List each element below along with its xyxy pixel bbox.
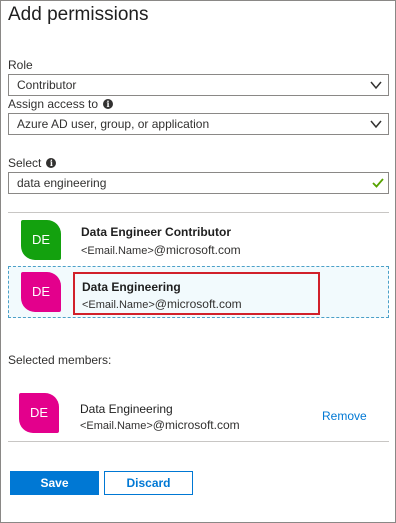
role-value: Contributor bbox=[17, 78, 77, 92]
search-result-item-selected[interactable]: DE Data Engineering <Email.Name>@microso… bbox=[8, 266, 389, 318]
result-name: Data Engineer Contributor bbox=[81, 225, 232, 239]
email-placeholder: <Email.Name> bbox=[80, 420, 153, 432]
search-input-value: data engineering bbox=[17, 176, 107, 190]
member-email: <Email.Name>@microsoft.com bbox=[80, 418, 240, 432]
email-domain: @microsoft.com bbox=[153, 243, 241, 257]
avatar: DE bbox=[21, 272, 61, 312]
discard-button[interactable]: Discard bbox=[104, 471, 193, 495]
selected-member-item: DE Data Engineering <Email.Name>@microso… bbox=[8, 387, 389, 441]
result-email: <Email.Name>@microsoft.com bbox=[82, 297, 242, 311]
divider bbox=[8, 212, 389, 213]
search-input[interactable]: data engineering bbox=[8, 172, 389, 194]
assign-access-value: Azure AD user, group, or application bbox=[17, 117, 210, 131]
selected-members-label: Selected members: bbox=[8, 353, 112, 367]
info-icon[interactable]: i bbox=[46, 158, 57, 168]
member-name: Data Engineering bbox=[80, 402, 173, 416]
email-placeholder: <Email.Name> bbox=[82, 299, 155, 311]
checkmark-icon bbox=[372, 178, 384, 188]
save-button[interactable]: Save bbox=[10, 471, 99, 495]
role-label: Role bbox=[8, 58, 33, 72]
assign-access-label-text: Assign access to bbox=[8, 97, 99, 111]
remove-link[interactable]: Remove bbox=[322, 409, 367, 423]
assign-access-label: Assign access to i bbox=[8, 97, 114, 111]
chevron-down-icon bbox=[370, 81, 382, 90]
divider bbox=[8, 441, 389, 442]
result-email: <Email.Name>@microsoft.com bbox=[81, 243, 241, 257]
select-label-text: Select bbox=[8, 156, 42, 170]
email-placeholder: <Email.Name> bbox=[81, 245, 154, 257]
chevron-down-icon bbox=[370, 120, 382, 129]
result-name: Data Engineering bbox=[82, 280, 181, 294]
role-dropdown[interactable]: Contributor bbox=[8, 74, 389, 96]
avatar: DE bbox=[21, 220, 61, 260]
search-result-item[interactable]: DE Data Engineer Contributor <Email.Name… bbox=[8, 214, 389, 266]
email-domain: @microsoft.com bbox=[154, 297, 242, 311]
assign-access-dropdown[interactable]: Azure AD user, group, or application bbox=[8, 113, 389, 135]
select-label: Select i bbox=[8, 156, 57, 170]
role-label-text: Role bbox=[8, 58, 33, 72]
info-icon[interactable]: i bbox=[103, 99, 114, 109]
email-domain: @microsoft.com bbox=[152, 418, 240, 432]
avatar: DE bbox=[19, 393, 59, 433]
page-title: Add permissions bbox=[8, 4, 149, 25]
